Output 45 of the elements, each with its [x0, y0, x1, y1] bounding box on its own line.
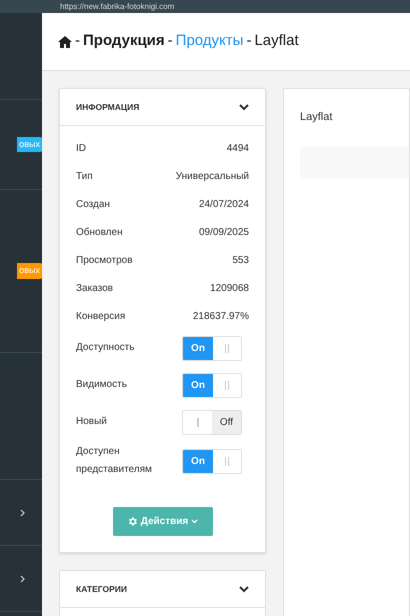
info-value: 553: [232, 254, 249, 268]
toggle-label: Новый: [76, 415, 108, 429]
chevron-down-icon[interactable]: [239, 104, 249, 110]
toggle-label: Доступен представителям: [76, 445, 153, 477]
toggle-label: Видимость: [76, 378, 128, 392]
product-title: Layflat: [300, 110, 334, 125]
info-label: Конверсия: [76, 310, 126, 324]
grip-icon: [225, 380, 229, 390]
chevron-right-icon[interactable]: [20, 508, 25, 516]
sidebar-badge: овых: [17, 136, 42, 152]
toggle-label: Доступность: [76, 341, 136, 355]
info-label: Создан: [76, 198, 110, 212]
actions-button[interactable]: Действия: [112, 507, 212, 536]
grip-icon: [225, 344, 229, 352]
grip-icon: [225, 456, 229, 466]
card-title: КАТЕГОРИИ: [76, 582, 127, 596]
breadcrumb-separator: -: [75, 31, 80, 52]
sidebar-badge: овых: [17, 263, 42, 279]
breadcrumb-item: Продукция: [83, 31, 165, 52]
breadcrumb-item: Layflat: [254, 31, 299, 52]
info-value: 1209068: [210, 282, 249, 296]
card-title: ИНФОРМАЦИЯ: [76, 100, 140, 114]
url-text: https://new.fabrika-fotoknigi.com: [60, 2, 174, 10]
home-icon[interactable]: [58, 36, 72, 48]
chevron-right-icon[interactable]: [20, 574, 25, 582]
caret-icon: [191, 519, 198, 524]
chevron-down-icon[interactable]: [239, 586, 249, 592]
toggle-switch[interactable]: On: [182, 448, 242, 474]
toggle-switch[interactable]: Off: [182, 410, 242, 434]
info-value: 218637.97%: [192, 310, 249, 324]
breadcrumb-separator: -: [168, 31, 173, 52]
toggle-switch[interactable]: On: [182, 372, 242, 398]
info-label: Заказов: [76, 282, 113, 296]
info-label: ID: [76, 142, 86, 156]
breadcrumb-separator: -: [246, 31, 252, 52]
info-label: Просмотров: [76, 254, 133, 268]
toggle-switch[interactable]: On: [182, 336, 242, 360]
info-label: Тип: [76, 170, 93, 184]
info-value: 4494: [226, 142, 249, 156]
gear-icon: [126, 516, 138, 527]
info-value: Универсальный: [176, 170, 249, 184]
info-value: 24/07/2024: [198, 198, 249, 212]
breadcrumb-link[interactable]: Продукты: [176, 30, 244, 53]
info-value: 09/09/2025: [198, 226, 249, 240]
info-label: Обновлен: [76, 226, 123, 240]
